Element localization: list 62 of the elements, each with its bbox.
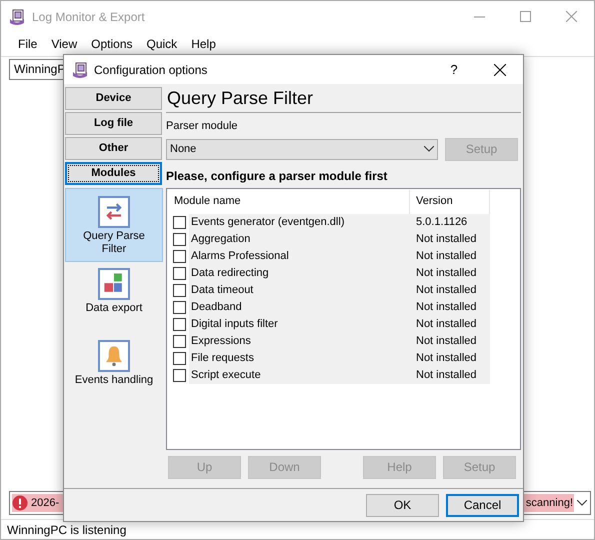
bell-icon bbox=[98, 340, 130, 372]
module-item[interactable]: Data export bbox=[65, 260, 163, 334]
module-version: Not installed bbox=[415, 334, 478, 349]
checkbox[interactable] bbox=[173, 318, 186, 330]
field-label: Parser module bbox=[166, 119, 239, 134]
chevron-down-icon bbox=[424, 146, 434, 152]
checkbox[interactable] bbox=[173, 334, 186, 348]
module-version: Not installed bbox=[415, 350, 478, 366]
dropdown-chevron-icon[interactable] bbox=[574, 500, 590, 506]
module-version: Not installed bbox=[415, 248, 478, 264]
module-name: Data redirecting bbox=[190, 266, 270, 281]
checkbox[interactable] bbox=[173, 232, 186, 246]
module-name: Data timeout bbox=[190, 282, 254, 298]
message-text: 2026- bbox=[31, 496, 60, 511]
module-name: File requests bbox=[190, 350, 255, 366]
module-version: Not installed bbox=[415, 316, 478, 332]
module-version: Not installed bbox=[415, 300, 478, 315]
checkbox[interactable] bbox=[173, 216, 186, 228]
module-version: Not installed bbox=[415, 232, 478, 247]
module-item[interactable]: Query Parse Filter bbox=[65, 188, 163, 262]
module-version: 5.0.1.1126 bbox=[415, 214, 468, 230]
app-icon bbox=[9, 8, 25, 24]
module-version: Not installed bbox=[415, 266, 478, 281]
menu-item[interactable]: Options bbox=[84, 35, 140, 53]
help-button[interactable]: ? bbox=[431, 60, 477, 80]
sidebar-tab[interactable]: Log file bbox=[65, 112, 162, 135]
status-text: WinningPC is listening bbox=[7, 522, 126, 538]
dialog-title: Configuration options bbox=[94, 62, 208, 78]
notice-text: Please, configure a parser module first bbox=[166, 168, 388, 184]
window-title: Log Monitor & Export bbox=[32, 8, 145, 26]
menu-item[interactable]: File bbox=[11, 35, 44, 53]
checkbox[interactable] bbox=[173, 352, 186, 364]
swap-arrows-icon bbox=[98, 196, 130, 228]
colored-squares-icon bbox=[98, 268, 130, 300]
menu-item[interactable]: Help bbox=[184, 35, 223, 53]
error-icon bbox=[12, 495, 28, 511]
module-name: Aggregation bbox=[190, 232, 252, 247]
message-text: scanning! bbox=[526, 496, 573, 511]
module-item[interactable]: Events handling bbox=[65, 332, 163, 406]
sidebar-tab[interactable]: Modules bbox=[65, 162, 162, 185]
checkbox[interactable] bbox=[173, 300, 186, 314]
dialog-button[interactable]: OK bbox=[366, 494, 439, 516]
module-version: Not installed bbox=[415, 368, 478, 383]
module-name: Script execute bbox=[190, 368, 262, 383]
module-name: Alarms Professional bbox=[190, 248, 290, 264]
menu-item[interactable]: View bbox=[44, 35, 84, 53]
module-name: Digital inputs filter bbox=[190, 316, 279, 332]
module-name: Deadband bbox=[190, 300, 243, 315]
checkbox[interactable] bbox=[173, 368, 186, 382]
checkbox[interactable] bbox=[173, 250, 186, 262]
menu-item[interactable]: Quick bbox=[140, 35, 184, 53]
dialog-button[interactable]: Cancel bbox=[446, 494, 519, 516]
checkbox[interactable] bbox=[173, 266, 186, 280]
module-version: Not installed bbox=[415, 282, 478, 298]
page-heading: Query Parse Filter bbox=[166, 87, 314, 110]
sidebar-tab[interactable]: Device bbox=[65, 87, 162, 110]
parser-dropdown[interactable]: None bbox=[166, 138, 438, 160]
checkbox[interactable] bbox=[173, 284, 186, 296]
app-icon bbox=[72, 62, 88, 78]
sidebar-tab[interactable]: Other bbox=[65, 137, 162, 160]
module-name: Events generator (eventgen.dll) bbox=[190, 214, 346, 230]
module-name: Expressions bbox=[190, 334, 252, 349]
